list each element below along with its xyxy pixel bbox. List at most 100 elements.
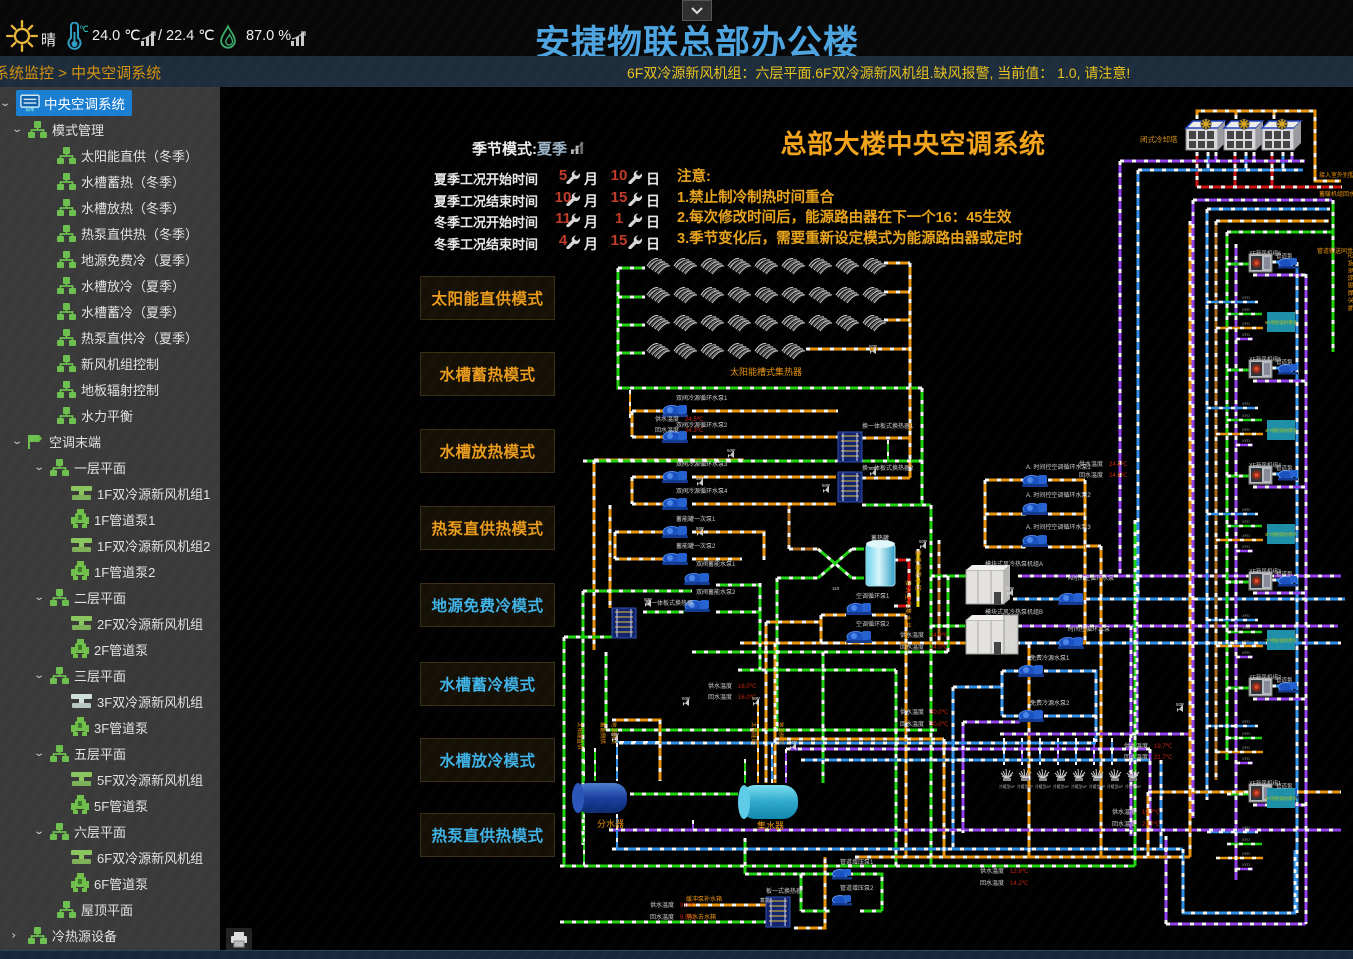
svg-text:16.0℃: 16.0℃	[738, 684, 757, 690]
svg-text:2F地板辐射模块: 2F地板辐射模块	[1265, 637, 1298, 644]
svg-text:XFD: XFD	[1242, 332, 1250, 337]
svg-text:30.0℃: 30.0℃	[930, 710, 949, 716]
svg-text:空调系统膨胀水箱: 空调系统膨胀水箱	[1347, 252, 1353, 312]
svg-text:XFD: XFD	[1242, 533, 1250, 538]
svg-text:太阳能槽式集热器: 太阳能槽式集热器	[730, 366, 802, 377]
svg-text:XFD: XFD	[1242, 544, 1250, 549]
svg-text:1F地板辐射模块: 1F地板辐射模块	[1265, 795, 1298, 802]
svg-text:XFD: XFD	[1242, 427, 1250, 432]
svg-text:回水温度: 回水温度	[900, 720, 924, 728]
svg-text:换一体板式换热器: 换一体板式换热器	[645, 599, 693, 607]
svg-text:供水温度: 供水温度	[655, 415, 679, 423]
svg-text:双阀冷源循环水泵4: 双阀冷源循环水泵4	[676, 487, 728, 495]
svg-text:回水温度: 回水温度	[708, 693, 732, 701]
svg-text:14.2℃: 14.2℃	[1010, 881, 1029, 887]
svg-text:110: 110	[832, 586, 840, 591]
svg-text:接入室内集水井: 接入室内集水井	[904, 580, 912, 629]
svg-text:XFD: XFD	[1242, 756, 1250, 761]
svg-text:闭式冷却塔: 闭式冷却塔	[1140, 134, 1178, 144]
svg-text:蓄能侧供: 蓄能侧供	[599, 722, 607, 745]
svg-text:回水温度: 回水温度	[1112, 820, 1136, 828]
svg-text:冷暖型6P: 冷暖型6P	[1089, 784, 1106, 789]
svg-text:管道增压泵2: 管道增压泵2	[840, 884, 874, 892]
svg-text:回水温度: 回水温度	[650, 913, 674, 921]
svg-text:管道泵: 管道泵	[1276, 358, 1293, 366]
svg-text:供水温度: 供水温度	[1079, 460, 1103, 468]
svg-text:总部大楼中央空调系统: 总部大楼中央空调系统	[780, 129, 1045, 159]
svg-text:管道输送同步管: 管道输送同步管	[1317, 247, 1353, 255]
svg-text:供水温度: 供水温度	[1124, 742, 1148, 750]
svg-text:XFD: XFD	[1242, 401, 1250, 406]
svg-text:XFD: XFD	[1242, 851, 1250, 856]
svg-text:免费冷源水泵2: 免费冷源水泵2	[1030, 699, 1070, 707]
svg-text:回水温度: 回水温度	[655, 426, 679, 434]
svg-text:30.0℃: 30.0℃	[930, 722, 949, 728]
svg-text:XFD: XFD	[1242, 639, 1250, 644]
svg-text:9.0℃: 9.0℃	[680, 915, 695, 921]
svg-text:21.7℃: 21.7℃	[1154, 755, 1173, 761]
svg-text:XFD: XFD	[1242, 745, 1250, 750]
svg-text:双阀蓄能水泵2: 双阀蓄能水泵2	[696, 588, 736, 596]
svg-text:XFD: XFD	[1242, 438, 1250, 443]
svg-text:供水温度: 供水温度	[650, 901, 674, 909]
svg-text:板一式换热器: 板一式换热器	[766, 887, 802, 895]
svg-text:供水温度: 供水温度	[708, 682, 732, 690]
svg-text:XFD: XFD	[1242, 837, 1250, 842]
svg-text:冷暖型6P: 冷暖型6P	[1035, 784, 1052, 789]
svg-text:蓄热罐: 蓄热罐	[871, 534, 889, 542]
svg-text:A时间控循环水泵: A时间控循环水泵	[1068, 574, 1114, 582]
svg-text:分水器: 分水器	[597, 818, 624, 829]
svg-text:XFD: XFD	[1242, 650, 1250, 655]
svg-text:XFD: XFD	[1242, 295, 1250, 300]
svg-text:冷暖型6P: 冷暖型6P	[1071, 784, 1088, 789]
svg-text:XFD: XFD	[1242, 307, 1250, 312]
svg-text:管道泵: 管道泵	[1276, 676, 1293, 684]
svg-text:12.9℃: 12.9℃	[1010, 869, 1029, 875]
svg-text:供水温度: 供水温度	[980, 867, 1004, 875]
svg-text:地源侧回: 地源侧回	[777, 722, 785, 745]
svg-text:太阳能直供: 太阳能直供	[576, 722, 584, 750]
svg-text:模块式风冷热泵机组B: 模块式风冷热泵机组B	[985, 608, 1043, 616]
svg-text:冷暖型6P: 冷暖型6P	[1107, 784, 1124, 789]
svg-text:蓄能罐充水管: 蓄能罐充水管	[914, 550, 922, 592]
svg-text:4F地板辐射模块: 4F地板辐射模块	[1265, 427, 1298, 434]
svg-text:XFD: XFD	[1242, 625, 1250, 630]
svg-text:XFD: XFD	[1242, 321, 1250, 326]
svg-text:回水温度: 回水温度	[900, 643, 924, 651]
svg-text:集水器: 集水器	[757, 820, 784, 831]
svg-text:XFD: XFD	[1242, 719, 1250, 724]
svg-text:XFD: XFD	[1242, 507, 1250, 512]
svg-text:换一体板式换热器1: 换一体板式换热器1	[862, 422, 914, 430]
svg-text:冷暖型6P: 冷暖型6P	[1125, 784, 1142, 789]
svg-text:蓄暖机组回水管: 蓄暖机组回水管	[1319, 190, 1353, 198]
svg-text:免费冷源水泵1: 免费冷源水泵1	[1030, 654, 1070, 662]
svg-text:XFD: XFD	[1242, 413, 1250, 418]
svg-text:回水温度: 回水温度	[1079, 471, 1103, 479]
svg-text:24.0℃: 24.0℃	[930, 633, 949, 639]
svg-text:管道泵: 管道泵	[1276, 464, 1293, 472]
svg-text:管道泵: 管道泵	[1276, 570, 1293, 578]
svg-text:XFD: XFD	[1242, 862, 1250, 867]
svg-text:A. 时间控空调循环水泵2: A. 时间控空调循环水泵2	[1026, 491, 1091, 499]
svg-text:XFD: XFD	[1242, 519, 1250, 524]
svg-text:24.5℃: 24.5℃	[685, 417, 704, 423]
svg-text:冷暖型6P: 冷暖型6P	[1053, 784, 1070, 789]
svg-text:XFD: XFD	[1242, 613, 1250, 618]
svg-text:双阀冷源循环水泵3: 双阀冷源循环水泵3	[676, 460, 728, 468]
svg-text:供水温度: 供水温度	[1112, 808, 1136, 816]
svg-text:XFD: XFD	[1242, 825, 1250, 830]
svg-text:管道增压泵1: 管道增压泵1	[840, 858, 874, 866]
svg-text:缓冲泵补水箱: 缓冲泵补水箱	[686, 895, 722, 903]
svg-text:时间控循环水泵: 时间控循环水泵	[1068, 625, 1110, 633]
svg-text:19.7℃: 19.7℃	[1142, 810, 1161, 816]
svg-text:空调循环泵2: 空调循环泵2	[856, 620, 890, 628]
svg-text:回水温度: 回水温度	[1124, 753, 1148, 761]
svg-text:24.3℃: 24.3℃	[685, 428, 704, 434]
svg-text:太阳能回: 太阳能回	[750, 722, 758, 745]
svg-text:冷暖型6P: 冷暖型6P	[999, 784, 1016, 789]
svg-text:供水温度: 供水温度	[900, 708, 924, 716]
svg-text:蓄能: 蓄能	[760, 897, 770, 904]
svg-text:双阀蓄能水泵1: 双阀蓄能水泵1	[696, 560, 736, 568]
svg-text:模块式风冷热泵机组A: 模块式风冷热泵机组A	[985, 560, 1043, 568]
svg-text:管道泵: 管道泵	[1276, 252, 1293, 260]
